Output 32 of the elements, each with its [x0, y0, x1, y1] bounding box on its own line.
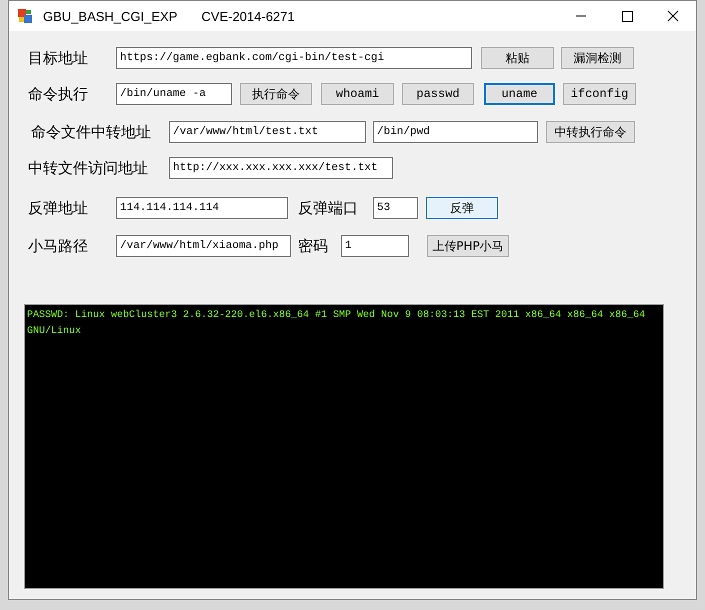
app-icon [17, 8, 33, 24]
action-button[interactable]: passwd [402, 83, 474, 105]
window-title: GBU_BASH_CGI_EXP [43, 8, 178, 24]
action-button[interactable]: 上传PHP小马 [427, 235, 509, 257]
action-button[interactable]: 粘贴 [481, 47, 554, 69]
field-label: 命令执行 [28, 84, 89, 104]
action-button[interactable]: ifconfig [563, 83, 636, 105]
input-field[interactable]: /var/www/html/xiaoma.php [116, 235, 291, 257]
input-field[interactable]: 1 [341, 235, 409, 257]
field-label: 反弹端口 [298, 198, 359, 218]
input-field[interactable]: /var/www/html/test.txt [169, 121, 366, 143]
action-button[interactable]: 执行命令 [240, 83, 312, 105]
action-button[interactable]: whoami [321, 83, 394, 105]
input-field[interactable]: 53 [373, 197, 418, 219]
input-field[interactable]: /bin/uname -a [116, 83, 232, 105]
input-field[interactable]: 114.114.114.114 [116, 197, 288, 219]
field-label: 小马路径 [28, 236, 89, 256]
action-button[interactable]: 反弹 [426, 197, 498, 219]
field-label: 反弹地址 [28, 198, 89, 218]
field-label: 密码 [298, 236, 329, 256]
field-label: 中转文件访问地址 [28, 158, 149, 178]
action-button[interactable]: 漏洞检测 [561, 47, 634, 69]
input-field[interactable]: http://xxx.xxx.xxx.xxx/test.txt [169, 157, 393, 179]
window-subtitle: CVE-2014-6271 [201, 8, 295, 24]
console-line: PASSWD: Linux webCluster3 2.6.32-220.el6.x86_64 #1 SMP Wed Nov 9 08:03:13 EST 2011 x86_64 x86_64 x86_64 [27, 308, 646, 323]
input-field[interactable]: /bin/pwd [373, 121, 538, 143]
input-field[interactable]: https://game.egbank.com/cgi-bin/test-cgi [116, 47, 472, 69]
console-line: GNU/Linux [27, 324, 82, 339]
action-button[interactable]: uname [484, 83, 555, 105]
field-label: 命令文件中转地址 [31, 122, 152, 142]
action-button[interactable]: 中转执行命令 [546, 121, 635, 143]
field-label: 目标地址 [28, 48, 89, 68]
